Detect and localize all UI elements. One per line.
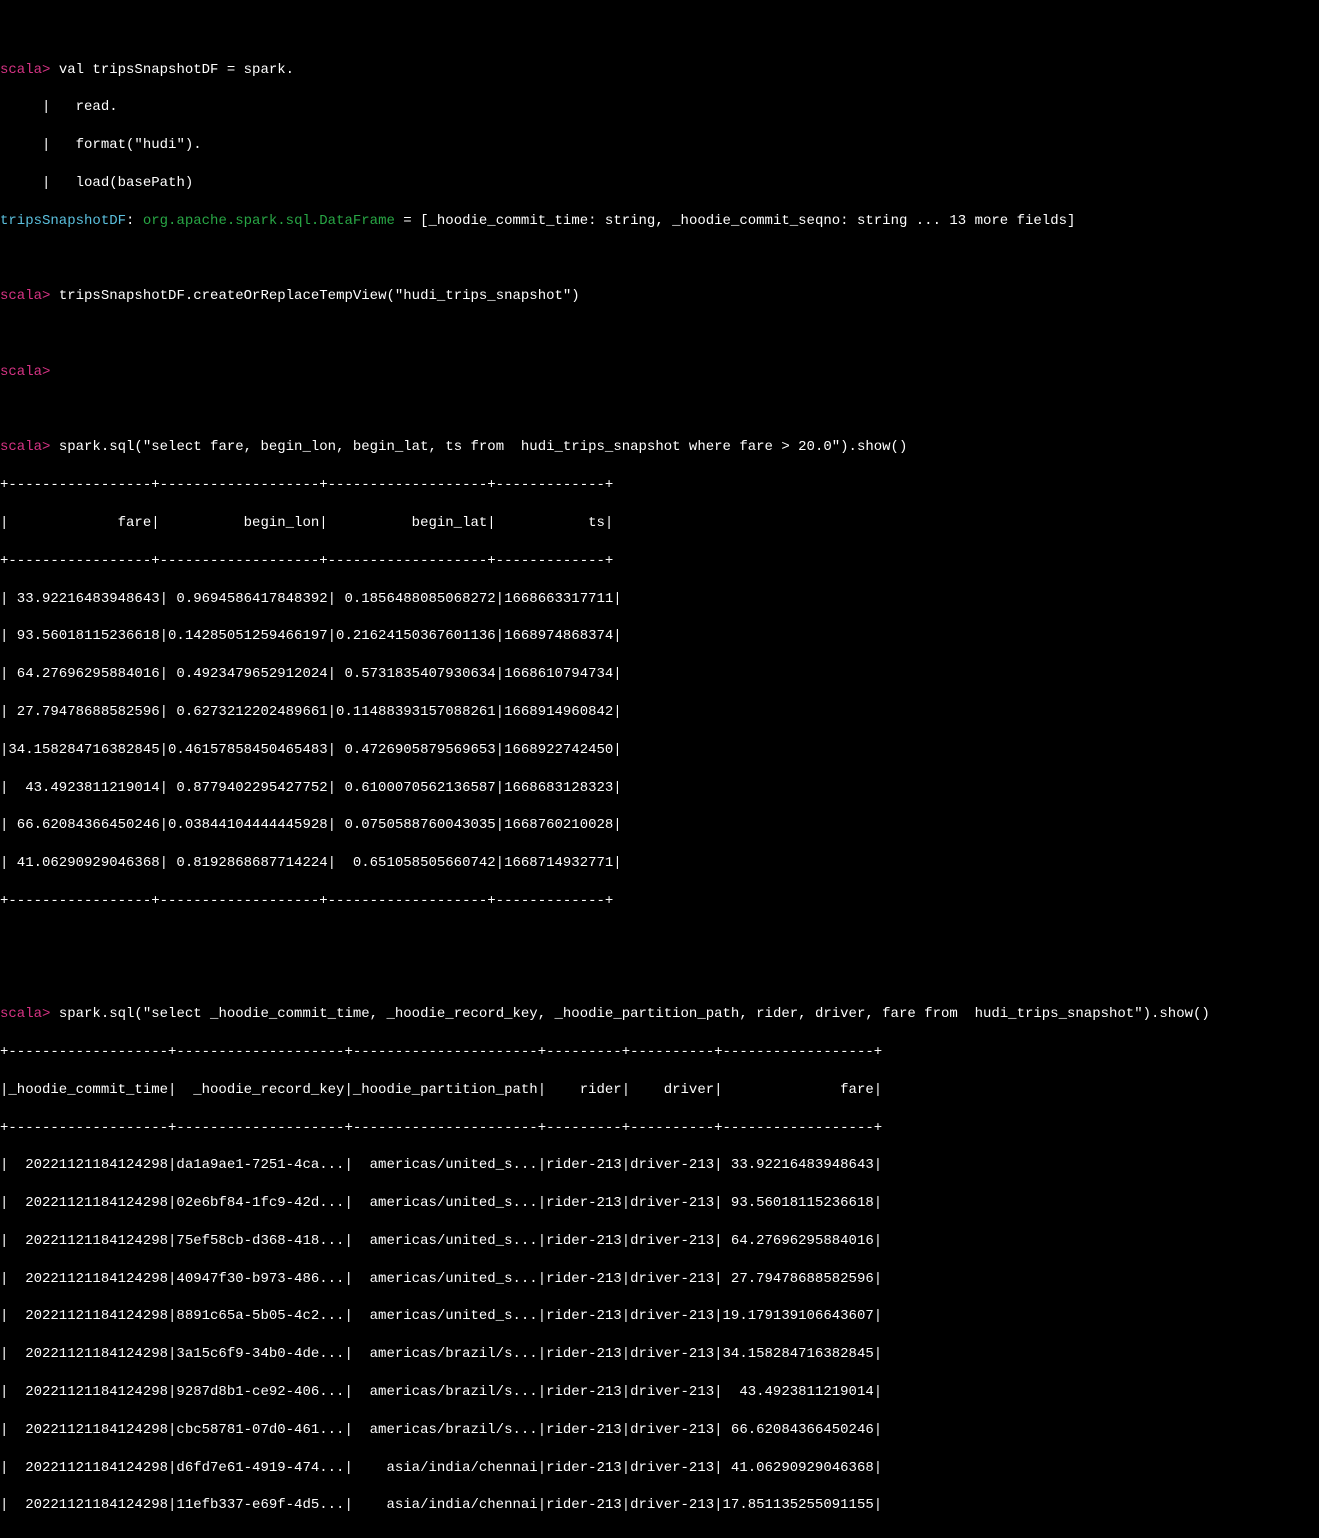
table-row: | 20221121184124298|9287d8b1-ce92-406...…	[0, 1383, 1319, 1402]
blank-line	[0, 250, 1319, 269]
continuation-marker: |	[0, 137, 50, 153]
table-row: | 64.27696295884016| 0.4923479652912024|…	[0, 665, 1319, 684]
table-divider: +-----------------+-------------------+-…	[0, 552, 1319, 571]
code-line-7: scala> spark.sql("select _hoodie_commit_…	[0, 1005, 1319, 1024]
scala-prompt: scala>	[0, 62, 50, 78]
table-header: |_hoodie_commit_time| _hoodie_record_key…	[0, 1081, 1319, 1100]
table-divider: +-------------------+-------------------…	[0, 1119, 1319, 1138]
code-line-1: scala> val tripsSnapshotDF = spark.	[0, 61, 1319, 80]
code-line-6: scala> spark.sql("select fare, begin_lon…	[0, 438, 1319, 457]
scala-prompt: scala>	[0, 439, 50, 455]
table-row: | 20221121184124298|02e6bf84-1fc9-42d...…	[0, 1194, 1319, 1213]
colon: :	[126, 213, 143, 229]
blank-line	[0, 401, 1319, 420]
empty-prompt[interactable]: scala>	[0, 363, 1319, 382]
variable-name: tripsSnapshotDF	[0, 213, 126, 229]
scala-prompt: scala>	[0, 1006, 50, 1022]
type-declaration: org.apache.spark.sql.DataFrame	[143, 213, 395, 229]
table-row: |34.158284716382845|0.46157858450465483|…	[0, 741, 1319, 760]
table-header: | fare| begin_lon| begin_lat| ts|	[0, 514, 1319, 533]
code-line-2: | read.	[0, 98, 1319, 117]
continuation-marker: |	[0, 99, 50, 115]
table-row: | 66.62084366450246|0.03844104444445928|…	[0, 816, 1319, 835]
blank-line	[0, 325, 1319, 344]
table-row: | 20221121184124298|75ef58cb-d368-418...…	[0, 1232, 1319, 1251]
blank-line	[0, 930, 1319, 949]
table-divider: +-----------------+-------------------+-…	[0, 892, 1319, 911]
table-row: | 93.56018115236618|0.14285051259466197|…	[0, 627, 1319, 646]
continuation-marker: |	[0, 175, 50, 191]
code-text: val tripsSnapshotDF = spark.	[50, 62, 294, 78]
table-row: | 20221121184124298|11efb337-e69f-4d5...…	[0, 1496, 1319, 1515]
code-text: format("hudi").	[50, 137, 201, 153]
table-row: | 41.06290929046368| 0.8192868687714224|…	[0, 854, 1319, 873]
table-row: | 20221121184124298|cbc58781-07d0-461...…	[0, 1421, 1319, 1440]
table-row: | 33.92216483948643| 0.9694586417848392|…	[0, 590, 1319, 609]
result-rest: = [_hoodie_commit_time: string, _hoodie_…	[395, 213, 1076, 229]
scala-prompt: scala>	[0, 364, 50, 380]
table-row: | 20221121184124298|d6fd7e61-4919-474...…	[0, 1459, 1319, 1478]
code-line-4: | load(basePath)	[0, 174, 1319, 193]
table-row: | 43.4923811219014| 0.8779402295427752| …	[0, 779, 1319, 798]
blank-line	[0, 967, 1319, 986]
code-line-3: | format("hudi").	[0, 136, 1319, 155]
code-line-5: scala> tripsSnapshotDF.createOrReplaceTe…	[0, 287, 1319, 306]
table-row: | 20221121184124298|8891c65a-5b05-4c2...…	[0, 1307, 1319, 1326]
code-text: tripsSnapshotDF.createOrReplaceTempView(…	[50, 288, 579, 304]
table-divider: +-------------------+-------------------…	[0, 1043, 1319, 1062]
table-row: | 20221121184124298|da1a9ae1-7251-4ca...…	[0, 1156, 1319, 1175]
code-text: spark.sql("select fare, begin_lon, begin…	[50, 439, 907, 455]
result-line: tripsSnapshotDF: org.apache.spark.sql.Da…	[0, 212, 1319, 231]
scala-prompt: scala>	[0, 288, 50, 304]
table-divider: +-------------------+-------------------…	[0, 1534, 1319, 1538]
code-text: read.	[50, 99, 117, 115]
table-divider: +-----------------+-------------------+-…	[0, 476, 1319, 495]
code-text: load(basePath)	[50, 175, 193, 191]
table-row: | 20221121184124298|40947f30-b973-486...…	[0, 1270, 1319, 1289]
code-text: spark.sql("select _hoodie_commit_time, _…	[50, 1006, 1209, 1022]
table-row: | 20221121184124298|3a15c6f9-34b0-4de...…	[0, 1345, 1319, 1364]
table-row: | 27.79478688582596| 0.6273212202489661|…	[0, 703, 1319, 722]
